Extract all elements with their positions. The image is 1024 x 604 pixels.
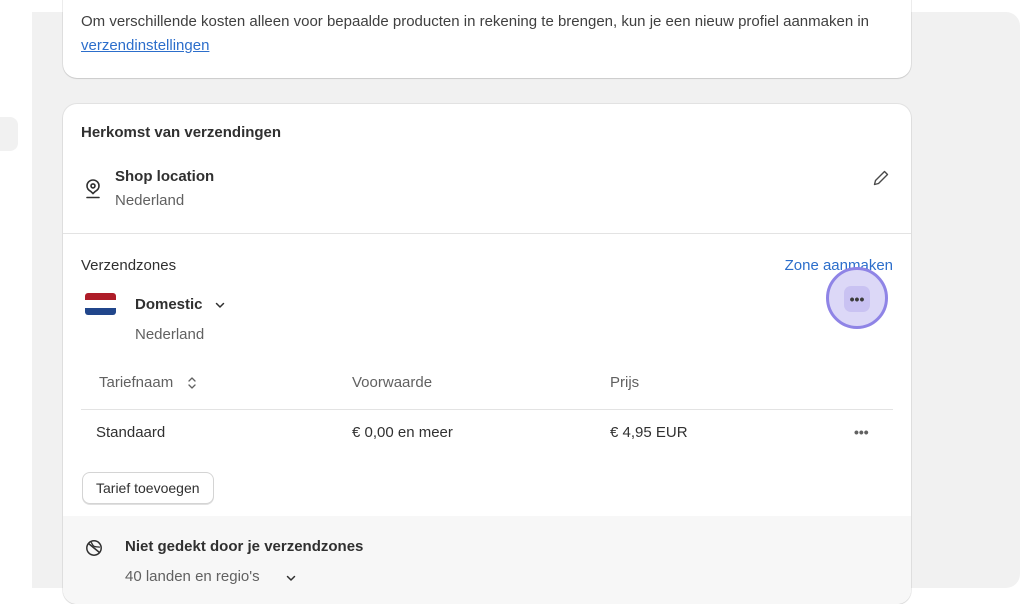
chevron-down-icon[interactable]	[285, 572, 297, 584]
zone-more-actions-button[interactable]: •••	[844, 286, 870, 312]
globe-off-icon	[86, 540, 102, 556]
side-panel-edge	[0, 117, 18, 151]
table-divider	[81, 409, 893, 410]
uncovered-section: Niet gedekt door je verzendzones 40 land…	[63, 516, 911, 604]
info-card: Om verschillende kosten alleen voor bepa…	[63, 0, 911, 78]
rate-price-cell: € 4,95 EUR	[610, 424, 688, 441]
uncovered-title: Niet gedekt door je verzendzones	[125, 538, 364, 555]
chevron-down-icon[interactable]	[214, 299, 226, 311]
pencil-icon[interactable]	[871, 168, 891, 188]
location-country: Nederland	[115, 192, 185, 209]
shipping-card: Herkomst van verzendingen Shop location …	[63, 104, 911, 604]
netherlands-flag-icon	[85, 293, 116, 315]
zone-name[interactable]: Domestic	[135, 296, 203, 313]
uncovered-countries-toggle[interactable]: 40 landen en regio's	[125, 568, 260, 585]
column-header-price: Prijs	[610, 374, 640, 391]
section-divider	[63, 233, 911, 234]
location-name: Shop location	[115, 168, 215, 185]
zones-title: Verzendzones	[81, 257, 177, 274]
info-text-body: Om verschillende kosten alleen voor bepa…	[81, 13, 870, 30]
shipping-settings-link[interactable]: verzendinstellingen	[81, 37, 209, 54]
column-header-condition: Voorwaarde	[352, 374, 433, 391]
location-pin-icon	[86, 179, 100, 199]
rate-name-cell: Standaard	[96, 424, 166, 441]
column-header-rate-name[interactable]: Tariefnaam	[99, 374, 173, 391]
add-rate-button[interactable]: Tarief toevoegen	[82, 472, 214, 504]
rate-condition-cell: € 0,00 en meer	[352, 424, 453, 441]
sort-icon[interactable]	[187, 375, 197, 391]
origin-title: Herkomst van verzendingen	[81, 124, 282, 141]
info-text: Om verschillende kosten alleen voor bepa…	[81, 10, 891, 58]
zone-country: Nederland	[135, 326, 205, 343]
rate-more-actions-button[interactable]: •••	[854, 424, 869, 440]
